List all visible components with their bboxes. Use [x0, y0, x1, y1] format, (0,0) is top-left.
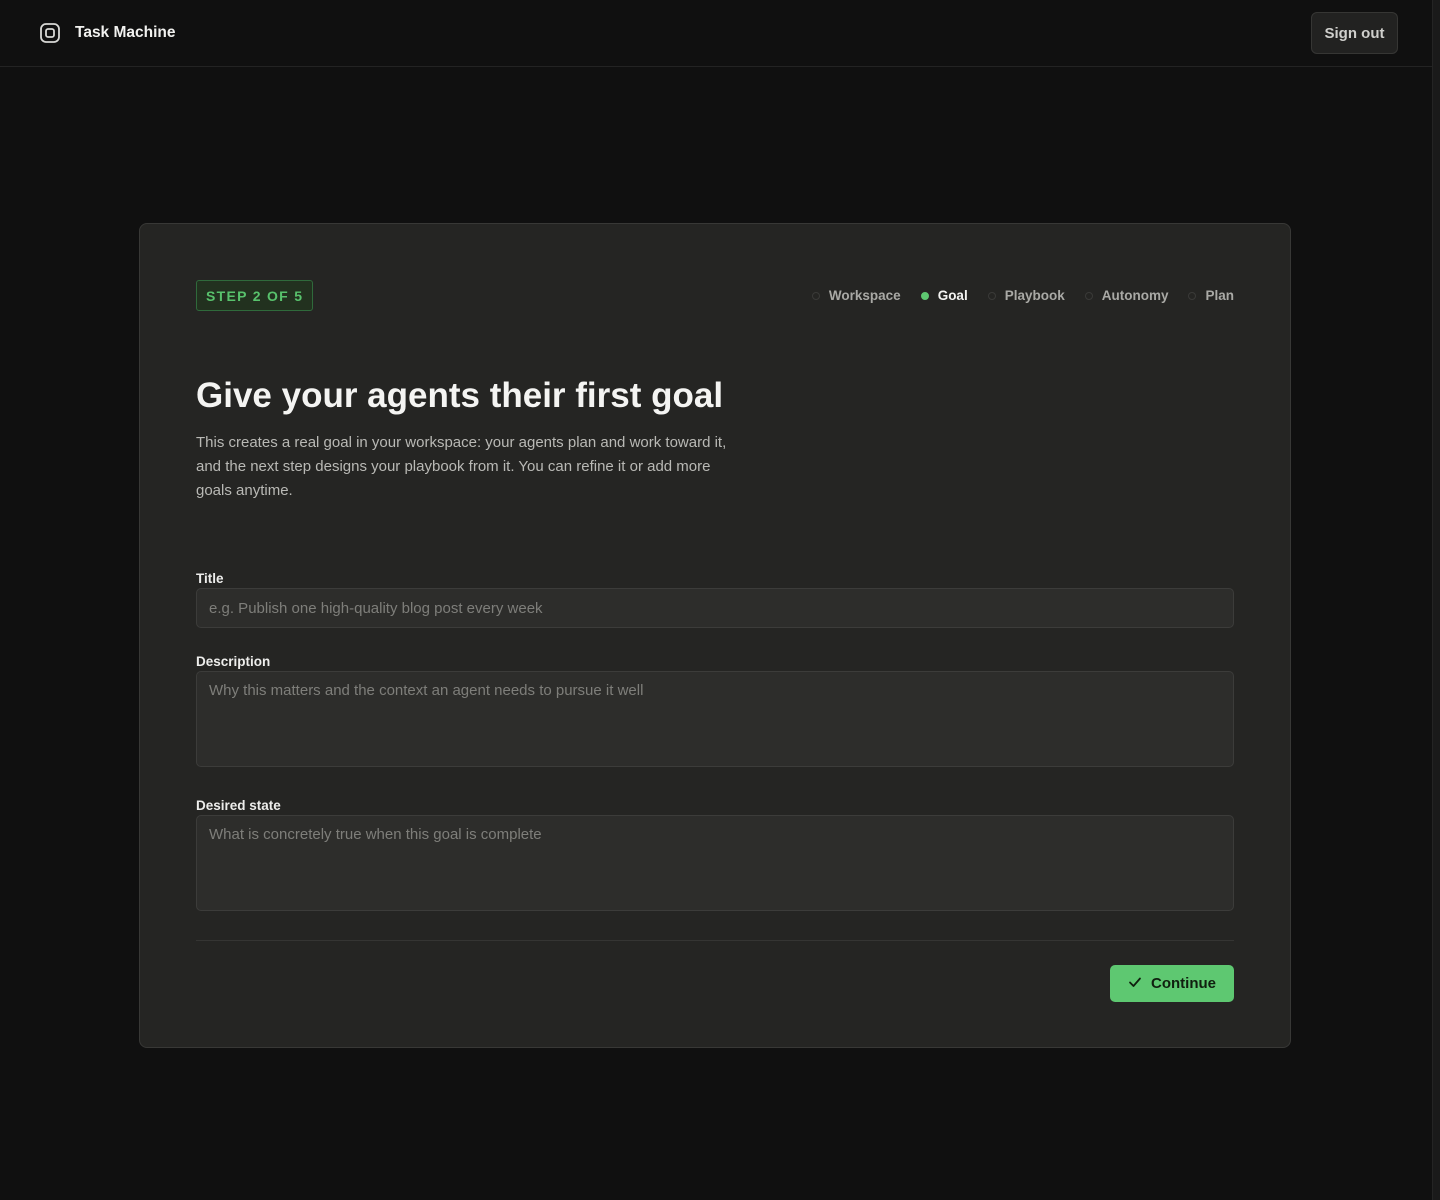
- step-status-dot: [1084, 291, 1093, 300]
- title-label: Title: [196, 571, 224, 586]
- continue-label: Continue: [1151, 975, 1216, 992]
- form-actions: Continue: [196, 965, 1234, 1002]
- onboarding-card: STEP 2 OF 5 Workspace Goal Playbook Auto…: [139, 223, 1291, 1048]
- brand[interactable]: Task Machine: [39, 22, 176, 44]
- desired-state-textarea[interactable]: [196, 815, 1234, 911]
- page-description: This creates a real goal in your workspa…: [196, 434, 727, 499]
- step-label: Workspace: [828, 288, 901, 303]
- step-active-dot: [920, 291, 929, 300]
- step-label: Plan: [1205, 288, 1234, 303]
- desired-state-label: Desired state: [196, 798, 281, 813]
- step-badge: STEP 2 OF 5: [196, 280, 314, 311]
- title-field-group: Title: [196, 570, 1234, 628]
- step-goal: Goal: [920, 288, 968, 303]
- page-scrollbar[interactable]: [1432, 0, 1440, 1200]
- step-autonomy: Autonomy: [1084, 288, 1169, 303]
- step-label: Playbook: [1004, 288, 1065, 303]
- desired-state-field-group: Desired state: [196, 797, 1234, 916]
- step-header: STEP 2 OF 5 Workspace Goal Playbook Auto…: [196, 280, 1234, 311]
- continue-button[interactable]: Continue: [1110, 965, 1234, 1002]
- step-progress: Workspace Goal Playbook Autonomy Plan: [811, 288, 1234, 303]
- form-divider: [196, 940, 1234, 941]
- step-status-dot: [811, 291, 820, 300]
- app-logo-icon: [39, 22, 61, 44]
- check-icon: [1128, 975, 1142, 993]
- top-bar: Task Machine Sign out: [0, 0, 1432, 67]
- onboarding-content: STEP 2 OF 5 Workspace Goal Playbook Auto…: [196, 280, 1234, 1002]
- app-name: Task Machine: [75, 24, 176, 41]
- step-plan: Plan: [1188, 288, 1234, 303]
- step-workspace: Workspace: [811, 288, 901, 303]
- description-label: Description: [196, 654, 271, 669]
- description-textarea[interactable]: [196, 671, 1234, 767]
- step-label: Goal: [937, 288, 968, 303]
- page-title: Give your agents their first goal: [196, 376, 724, 415]
- step-status-dot: [987, 291, 996, 300]
- step-playbook: Playbook: [987, 288, 1065, 303]
- sign-out-button[interactable]: Sign out: [1311, 12, 1398, 54]
- step-label: Autonomy: [1101, 288, 1169, 303]
- step-status-dot: [1188, 291, 1197, 300]
- title-input[interactable]: [196, 588, 1234, 628]
- description-field-group: Description: [196, 653, 1234, 772]
